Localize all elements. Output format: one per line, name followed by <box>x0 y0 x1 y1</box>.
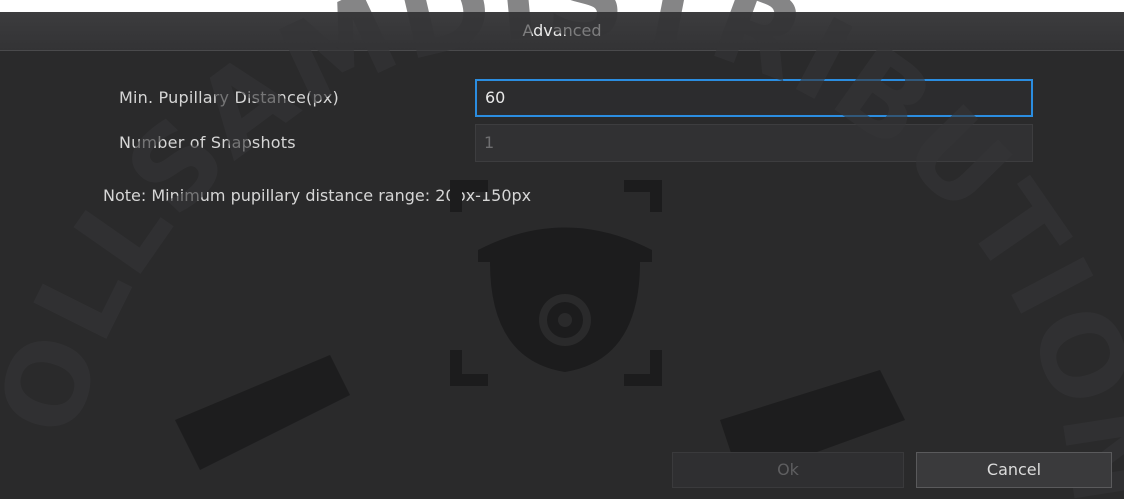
dialog-title: Advanced <box>522 21 602 40</box>
cancel-button[interactable]: Cancel <box>916 452 1112 488</box>
distance-range-note: Note: Minimum pupillary distance range: … <box>103 186 532 205</box>
number-of-snapshots-input[interactable]: 1 <box>475 124 1033 162</box>
min-pupillary-distance-input[interactable]: 60 <box>475 79 1033 117</box>
min-pupillary-distance-label: Min. Pupillary Distance(px) <box>119 88 339 107</box>
dialog-title-bar: Advanced <box>0 0 1124 51</box>
top-strip <box>0 0 1124 12</box>
svg-text:OLLSAMDISTRIBUTION, INC: OLLSAMDISTRIBUTION, INC <box>0 0 1124 499</box>
watermark-logo: OLLSAMDISTRIBUTION, INC <box>0 0 1124 499</box>
ok-button[interactable]: Ok <box>672 452 904 488</box>
number-of-snapshots-label: Number of Snapshots <box>119 133 296 152</box>
advanced-dialog: Advanced Min. Pupillary Distance(px) 60 … <box>0 0 1124 499</box>
